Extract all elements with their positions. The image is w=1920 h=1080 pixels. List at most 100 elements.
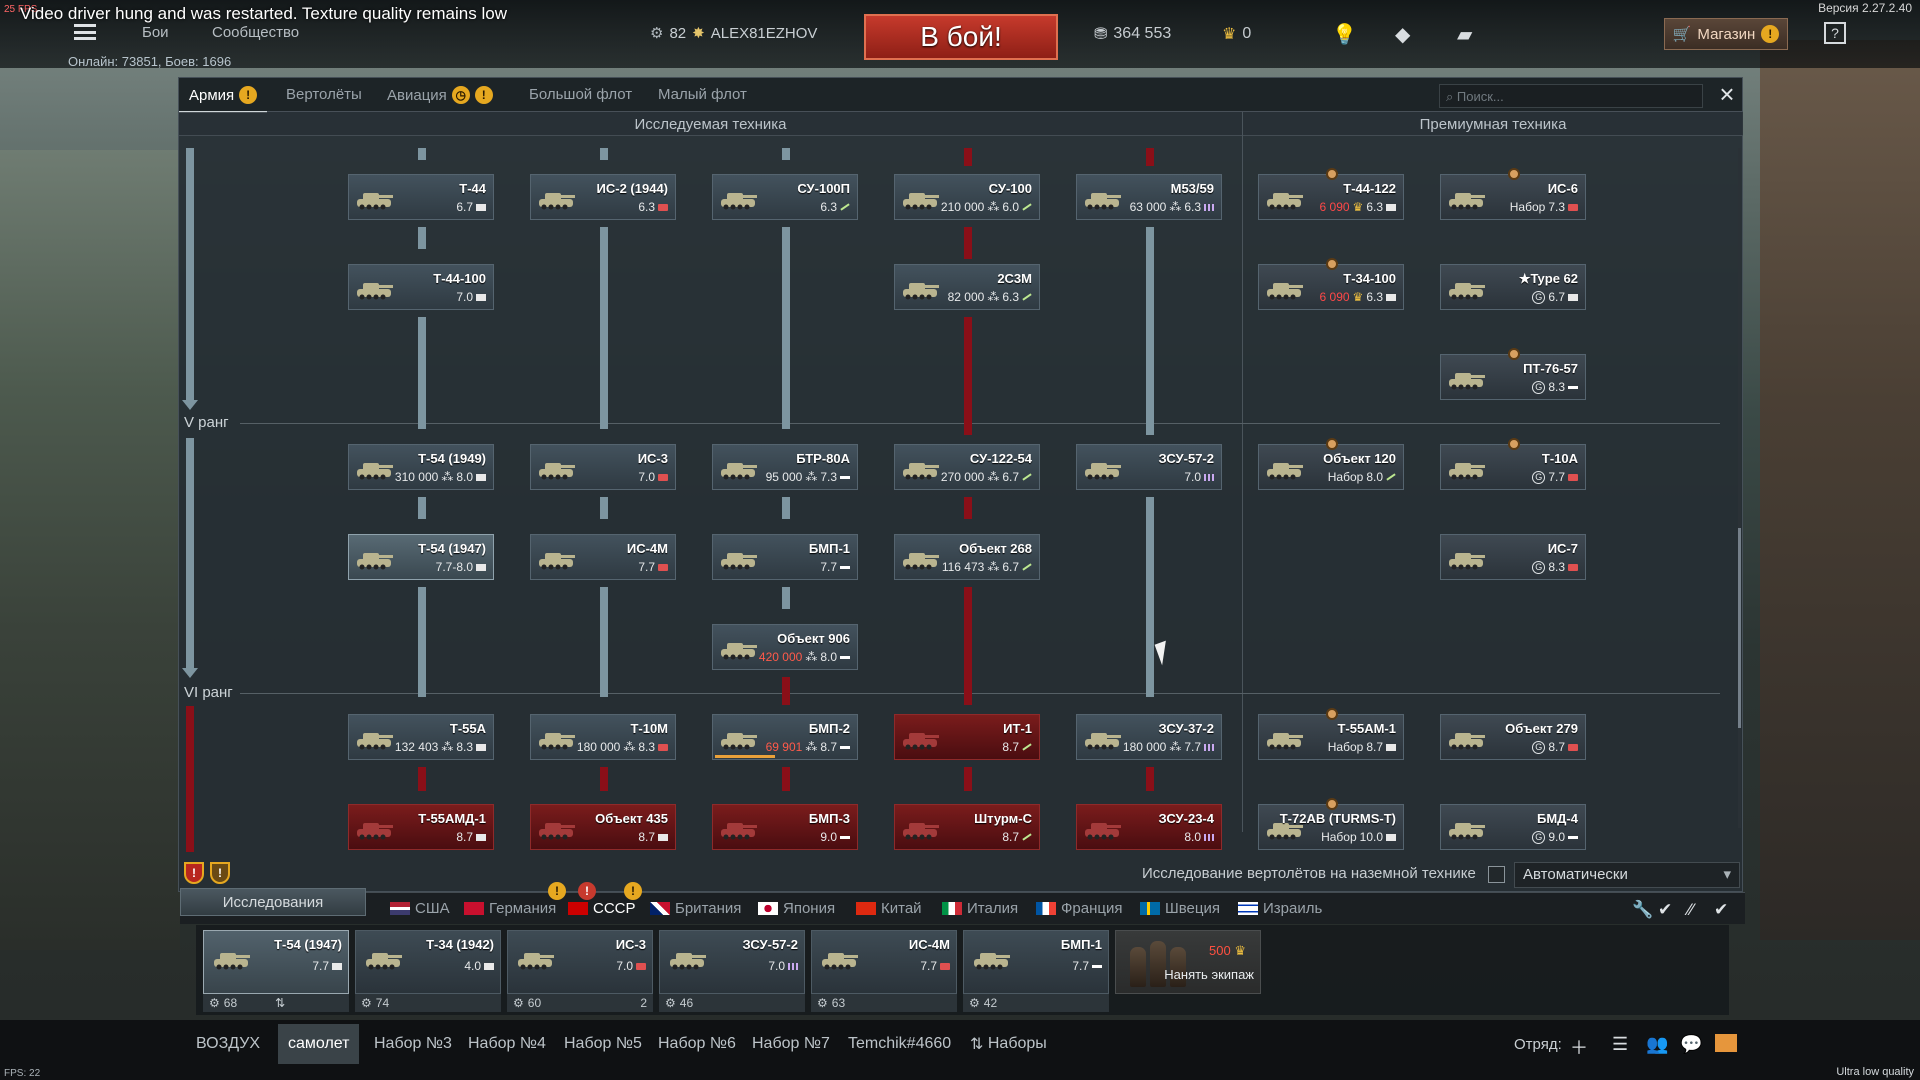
tree-vehicle-card[interactable]: СУ-100П 6.3 — [712, 174, 858, 220]
chat-icon[interactable]: 💬 — [1680, 1034, 1702, 1055]
menu-community[interactable]: Сообщество — [212, 24, 299, 41]
shop-button[interactable]: 🛒 Магазин! — [1664, 18, 1788, 50]
tree-vehicle-card[interactable]: Т-44 6.7 — [348, 174, 494, 220]
nation-tab[interactable]: США — [390, 900, 450, 917]
nation-tab[interactable]: Израиль — [1238, 900, 1322, 917]
warning-shield-icon[interactable]: ! — [210, 862, 230, 884]
preset-tab[interactable]: Temchik#4660 — [838, 1024, 961, 1064]
hire-crew-slot[interactable]: 500 ♛ Нанять экипаж — [1115, 930, 1261, 994]
player-profile[interactable]: ⚙ 82 ✸ ALEX81EZHOV — [650, 24, 817, 43]
list-icon[interactable]: ☰ — [1612, 1034, 1628, 1055]
tree-vehicle-card[interactable]: 2С3М 82 000 ⁂ 6.3 — [894, 264, 1040, 310]
gold-balance[interactable]: ♛ 0 — [1222, 24, 1251, 44]
preset-tab[interactable]: Набор №4 — [458, 1024, 556, 1064]
tab-coastal-fleet[interactable]: Малый флот — [658, 86, 747, 103]
wrench-icon[interactable]: 🔧 — [1632, 900, 1653, 920]
tree-vehicle-card[interactable]: Т-44-100 7.0 — [348, 264, 494, 310]
premium-vehicle-card[interactable]: ПТ-76-57 G 8.3 — [1440, 348, 1586, 400]
crew-slot[interactable]: ИС-3 7.0 — [507, 930, 653, 994]
add-squad-icon[interactable]: ＋ — [1570, 1034, 1588, 1060]
premium-vehicle-card[interactable]: ★Type 62 G 6.7 — [1440, 264, 1586, 310]
presets-button[interactable]: ⇅ Наборы — [960, 1024, 1057, 1064]
tree-vehicle-card[interactable]: Штурм-С 8.7 — [894, 804, 1040, 850]
help-button[interactable]: ? — [1824, 22, 1846, 44]
warning-shield-icon[interactable]: ! — [184, 862, 204, 884]
nation-tab[interactable]: СССР — [568, 900, 636, 917]
scrollbar-thumb[interactable] — [1738, 528, 1741, 728]
preset-tab[interactable]: Набор №7 — [742, 1024, 840, 1064]
premium-vehicle-card[interactable]: Т-10А G 7.7 — [1440, 438, 1586, 490]
nation-tab[interactable]: Британия — [650, 900, 741, 917]
nation-tab[interactable]: Франция — [1036, 900, 1122, 917]
menu-battles[interactable]: Бои — [142, 24, 169, 41]
premium-vehicle-card[interactable]: Объект 279 G 8.7 — [1440, 714, 1586, 760]
preset-tab[interactable]: самолет — [278, 1024, 360, 1064]
nation-tab[interactable]: Италия — [942, 900, 1018, 917]
close-icon[interactable]: × — [1714, 81, 1740, 108]
to-battle-button[interactable]: В бой! — [864, 14, 1058, 60]
crew-slot[interactable]: Т-54 (1947) 7.7 — [203, 930, 349, 994]
mail-icon[interactable] — [1715, 1034, 1737, 1052]
nation-tab[interactable]: Япония — [758, 900, 835, 917]
tree-vehicle-card[interactable]: Объект 906 420 000 ⁂ 8.0 — [712, 624, 858, 670]
tab-helicopters[interactable]: Вертолёты — [286, 86, 362, 103]
crew-slot[interactable]: БМП-1 7.7 — [963, 930, 1109, 994]
tree-vehicle-card[interactable]: ЗСУ-37-2 180 000 ⁂ 7.7 — [1076, 714, 1222, 760]
tree-vehicle-card[interactable]: Т-54 (1949) 310 000 ⁂ 8.0 — [348, 444, 494, 490]
premium-vehicle-card[interactable]: Т-34-100 6 090 ♛ 6.3 — [1258, 258, 1404, 310]
nation-tab[interactable]: Германия — [464, 900, 556, 917]
search-input[interactable]: ⌕ Поиск... — [1439, 84, 1703, 108]
swap-icon[interactable]: ⇅ — [275, 996, 285, 1010]
heli-research-checkbox[interactable] — [1488, 866, 1505, 883]
tree-vehicle-card[interactable]: M53/59 63 000 ⁂ 6.3 — [1076, 174, 1222, 220]
lightbulb-icon[interactable]: 💡 — [1332, 22, 1357, 47]
tree-vehicle-card[interactable]: ИС-4М 7.7 — [530, 534, 676, 580]
research-toggle[interactable]: Исследования — [180, 888, 366, 916]
tree-vehicle-card[interactable]: СУ-100 210 000 ⁂ 6.0 — [894, 174, 1040, 220]
tab-aviation[interactable]: Авиация ◷! — [387, 86, 493, 104]
tree-vehicle-card[interactable]: Т-55А 132 403 ⁂ 8.3 — [348, 714, 494, 760]
premium-vehicle-card[interactable]: Т-44-122 6 090 ♛ 6.3 — [1258, 168, 1404, 220]
crew-slot[interactable]: ИС-4М 7.7 — [811, 930, 957, 994]
research-mode-dropdown[interactable]: Автоматически — [1514, 862, 1740, 888]
coupon-icon[interactable]: ▰ — [1457, 22, 1472, 47]
tree-vehicle-card[interactable]: ИС-2 (1944) 6.3 — [530, 174, 676, 220]
tree-vehicle-card[interactable]: СУ-122-54 270 000 ⁂ 6.7 — [894, 444, 1040, 490]
tree-vehicle-card[interactable]: БМП-1 7.7 — [712, 534, 858, 580]
tree-vehicle-card[interactable]: ЗСУ-23-4 8.0 — [1076, 804, 1222, 850]
premium-vehicle-card[interactable]: ИС-7 G 8.3 — [1440, 534, 1586, 580]
preset-tab[interactable]: ВОЗДУХ — [186, 1024, 270, 1064]
silver-balance[interactable]: ⛃ 364 553 — [1094, 24, 1171, 44]
preset-tab[interactable]: Набор №3 — [364, 1024, 462, 1064]
friends-icon[interactable]: 👥 — [1646, 1034, 1668, 1055]
tree-vehicle-card[interactable]: Объект 268 116 473 ⁂ 6.7 — [894, 534, 1040, 580]
tree-vehicle-card[interactable]: Т-54 (1947) 7.7-8.0 — [348, 534, 494, 580]
tree-vehicle-card[interactable]: ЗСУ-57-2 7.0 — [1076, 444, 1222, 490]
tree-vehicle-card[interactable]: БМП-2 69 901 ⁂ 8.7 — [712, 714, 858, 760]
diamond-icon[interactable]: ◆ — [1395, 22, 1410, 47]
tree-vehicle-card[interactable]: Объект 435 8.7 — [530, 804, 676, 850]
tree-vehicle-card[interactable]: БМП-3 9.0 — [712, 804, 858, 850]
nation-tab[interactable]: Китай — [856, 900, 922, 917]
premium-vehicle-card[interactable]: ИС-6 Набор 7.3 — [1440, 168, 1586, 220]
preset-tab[interactable]: Набор №5 — [554, 1024, 652, 1064]
crew-slot[interactable]: Т-34 (1942) 4.0 — [355, 930, 501, 994]
premium-vehicle-card[interactable]: БМД-4 G 9.0 — [1440, 804, 1586, 850]
tree-vehicle-card[interactable]: ИТ-1 8.7 — [894, 714, 1040, 760]
premium-vehicle-card[interactable]: Объект 120 Набор 8.0 — [1258, 438, 1404, 490]
check-icon[interactable]: ✔ — [1714, 900, 1728, 920]
nation-tab[interactable]: Швеция — [1140, 900, 1220, 917]
tree-vehicle-card[interactable]: Т-55АМД-1 8.7 — [348, 804, 494, 850]
menu-icon[interactable] — [74, 24, 96, 40]
tree-vehicle-card[interactable]: ИС-3 7.0 — [530, 444, 676, 490]
crew-slot[interactable]: ЗСУ-57-2 7.0 — [659, 930, 805, 994]
repair-all-icon[interactable]: ⁄⁄ — [1688, 900, 1694, 920]
tree-vehicle-card[interactable]: Т-10М 180 000 ⁂ 8.3 — [530, 714, 676, 760]
premium-vehicle-card[interactable]: Т-55АМ-1 Набор 8.7 — [1258, 708, 1404, 760]
tab-army[interactable]: Армия! — [178, 86, 268, 113]
preset-tab[interactable]: Набор №6 — [648, 1024, 746, 1064]
tab-bluewater-fleet[interactable]: Большой флот — [529, 86, 632, 103]
tree-vehicle-card[interactable]: БТР-80А 95 000 ⁂ 7.3 — [712, 444, 858, 490]
premium-vehicle-card[interactable]: Т-72АВ (TURMS-T) Набор 10.0 — [1258, 798, 1404, 850]
check-icon[interactable]: ✔ — [1658, 900, 1672, 920]
